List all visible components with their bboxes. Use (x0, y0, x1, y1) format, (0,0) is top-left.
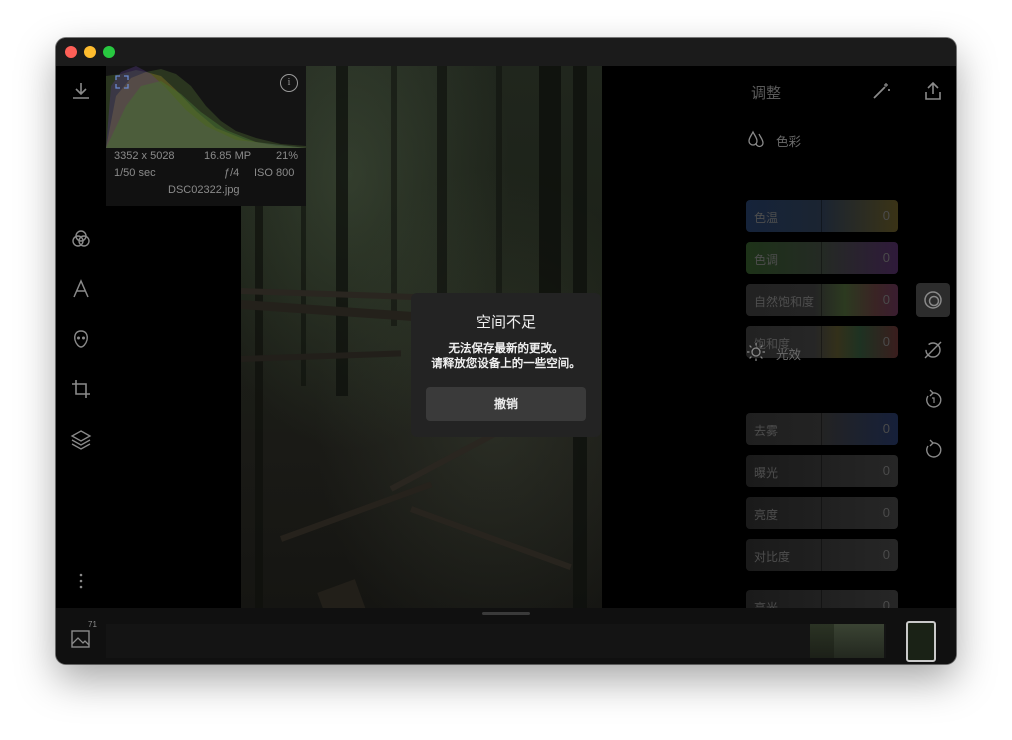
text-icon[interactable] (66, 274, 96, 304)
download-icon[interactable] (66, 76, 96, 106)
title-bar (56, 38, 956, 66)
photo-count: 71 (88, 620, 97, 629)
right-toolbar (912, 66, 956, 628)
slider-exposure[interactable]: 曝光 0 (746, 455, 898, 487)
color-section-header[interactable]: 色彩 (746, 129, 906, 149)
share-icon[interactable] (916, 74, 950, 108)
maximize-button[interactable] (103, 46, 115, 58)
adjust-icon[interactable] (916, 283, 950, 317)
shutter-speed: 1/50 sec (114, 167, 156, 179)
layers-icon[interactable] (66, 424, 96, 454)
histogram-panel: i 3352 x 5028 16.85 MP 21% 1/50 sec ƒ/4 … (106, 66, 306, 206)
filmstrip: 71 (56, 608, 956, 664)
expand-icon[interactable] (114, 74, 130, 90)
histogram-chart (106, 66, 306, 148)
minimize-button[interactable] (84, 46, 96, 58)
image-dimensions: 3352 x 5028 (114, 150, 175, 162)
insufficient-space-dialog: 空间不足 无法保存最新的更改。 请释放您设备上的一些空间。 撤销 (411, 293, 601, 437)
gallery-icon[interactable] (70, 628, 92, 650)
aperture: ƒ/4 (224, 167, 240, 179)
app-window: i 3352 x 5028 16.85 MP 21% 1/50 sec ƒ/4 … (56, 38, 956, 664)
iso-value: ISO 800 (254, 167, 295, 179)
thumbnail-strip[interactable] (106, 624, 886, 658)
undo-button[interactable]: 撤销 (426, 387, 586, 421)
zoom-level: 21% (276, 150, 299, 162)
image-megapixels: 16.85 MP (204, 150, 252, 162)
auto-off-icon[interactable] (916, 333, 950, 367)
color-section-label: 色彩 (776, 135, 802, 149)
thumbnail[interactable] (834, 624, 884, 658)
light-section-label: 光效 (776, 348, 802, 362)
filmstrip-handle[interactable] (482, 612, 530, 615)
slider-contrast[interactable]: 对比度 0 (746, 539, 898, 571)
color-circles-icon[interactable] (66, 224, 96, 254)
more-icon[interactable] (66, 566, 96, 596)
sun-icon (747, 343, 765, 361)
undo-icon[interactable] (916, 383, 950, 417)
dialog-title: 空间不足 (475, 314, 536, 331)
drops-icon (748, 130, 764, 148)
close-button[interactable] (65, 46, 77, 58)
slider-dehaze[interactable]: 去雾 0 (746, 413, 898, 445)
crop-icon[interactable] (66, 374, 96, 404)
dialog-message: 无法保存最新的更改。 请释放您设备上的一些空间。 (431, 343, 581, 370)
redo-icon[interactable] (916, 433, 950, 467)
left-toolbar (56, 66, 106, 606)
slider-tint[interactable]: 色调 0 (746, 242, 898, 274)
magic-wand-icon[interactable] (870, 80, 892, 102)
thumbnail-selected[interactable] (906, 621, 936, 662)
slider-vibrance[interactable]: 自然饱和度 0 (746, 284, 898, 316)
panel-title: 调整 (751, 85, 782, 102)
light-section-header[interactable]: 光效 (746, 342, 906, 362)
info-icon[interactable]: i (280, 74, 298, 92)
face-icon[interactable] (66, 324, 96, 354)
slider-temperature[interactable]: 色温 0 (746, 200, 898, 232)
file-name: DSC02322.jpg (168, 184, 240, 196)
slider-brightness[interactable]: 亮度 0 (746, 497, 898, 529)
adjust-panel: 调整 色彩 色温 0 色调 0 自然饱和度 0 饱和度 0 光效 去雾 0 曝光… (746, 66, 906, 622)
thumbnail[interactable] (810, 624, 834, 658)
